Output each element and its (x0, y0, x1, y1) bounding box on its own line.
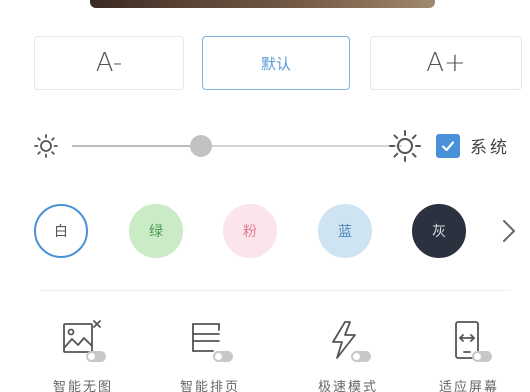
font-increase-button[interactable]: A+ (370, 36, 522, 90)
tool-label: 极速模式 (317, 380, 378, 392)
tool-label: 适应屏幕 (438, 380, 499, 392)
top-content-preview (0, 0, 530, 10)
tool-speed-mode[interactable]: 极速模式 (293, 318, 403, 392)
preview-image (90, 0, 435, 8)
color-swatch-green[interactable]: 绿 (129, 204, 183, 258)
fit-screen-icon (455, 321, 492, 362)
font-decrease-button[interactable]: A- (34, 36, 184, 90)
brightness-slider-fill (72, 145, 201, 147)
brightness-slider[interactable] (72, 135, 402, 157)
color-swatch-blue[interactable]: 蓝 (318, 204, 372, 258)
color-swatch-label: 灰 (432, 224, 446, 240)
tool-label: 智能排页 (179, 380, 240, 392)
color-swatch-label: 绿 (149, 224, 163, 240)
tool-no-image[interactable]: 智能无图 (28, 318, 138, 392)
color-swatch-label: 粉 (243, 224, 257, 240)
font-default-button[interactable]: 默认 (202, 36, 350, 90)
reading-tools: 智能无图 智能排页 极速模式 适应屏幕 (0, 318, 530, 392)
tool-label: 智能无图 (52, 380, 113, 392)
section-divider (40, 290, 510, 291)
tool-fit-screen[interactable]: 适应屏幕 (414, 318, 524, 392)
brightness-low-icon (34, 134, 58, 158)
background-color-picker: 白 绿 粉 蓝 灰 (34, 204, 530, 258)
color-swatch-label: 蓝 (338, 224, 352, 240)
no-image-icon (63, 320, 106, 362)
brightness-high-icon (389, 130, 421, 162)
speed-mode-icon (332, 321, 371, 362)
checkmark-icon (441, 141, 455, 152)
color-swatch-label: 白 (54, 224, 68, 240)
color-swatch-gray[interactable]: 灰 (412, 204, 466, 258)
color-swatch-pink[interactable]: 粉 (223, 204, 277, 258)
system-brightness-label: 系统 (470, 138, 510, 158)
brightness-slider-thumb[interactable] (189, 135, 212, 157)
chevron-right-icon[interactable] (500, 218, 518, 244)
tool-smart-layout[interactable]: 智能排页 (155, 318, 265, 392)
font-size-controls: A- 默认 A+ (34, 36, 522, 90)
system-brightness-checkbox[interactable] (436, 134, 460, 158)
brightness-controls: 系统 (30, 128, 525, 164)
color-swatch-white[interactable]: 白 (34, 204, 88, 258)
smart-layout-icon (192, 323, 233, 362)
